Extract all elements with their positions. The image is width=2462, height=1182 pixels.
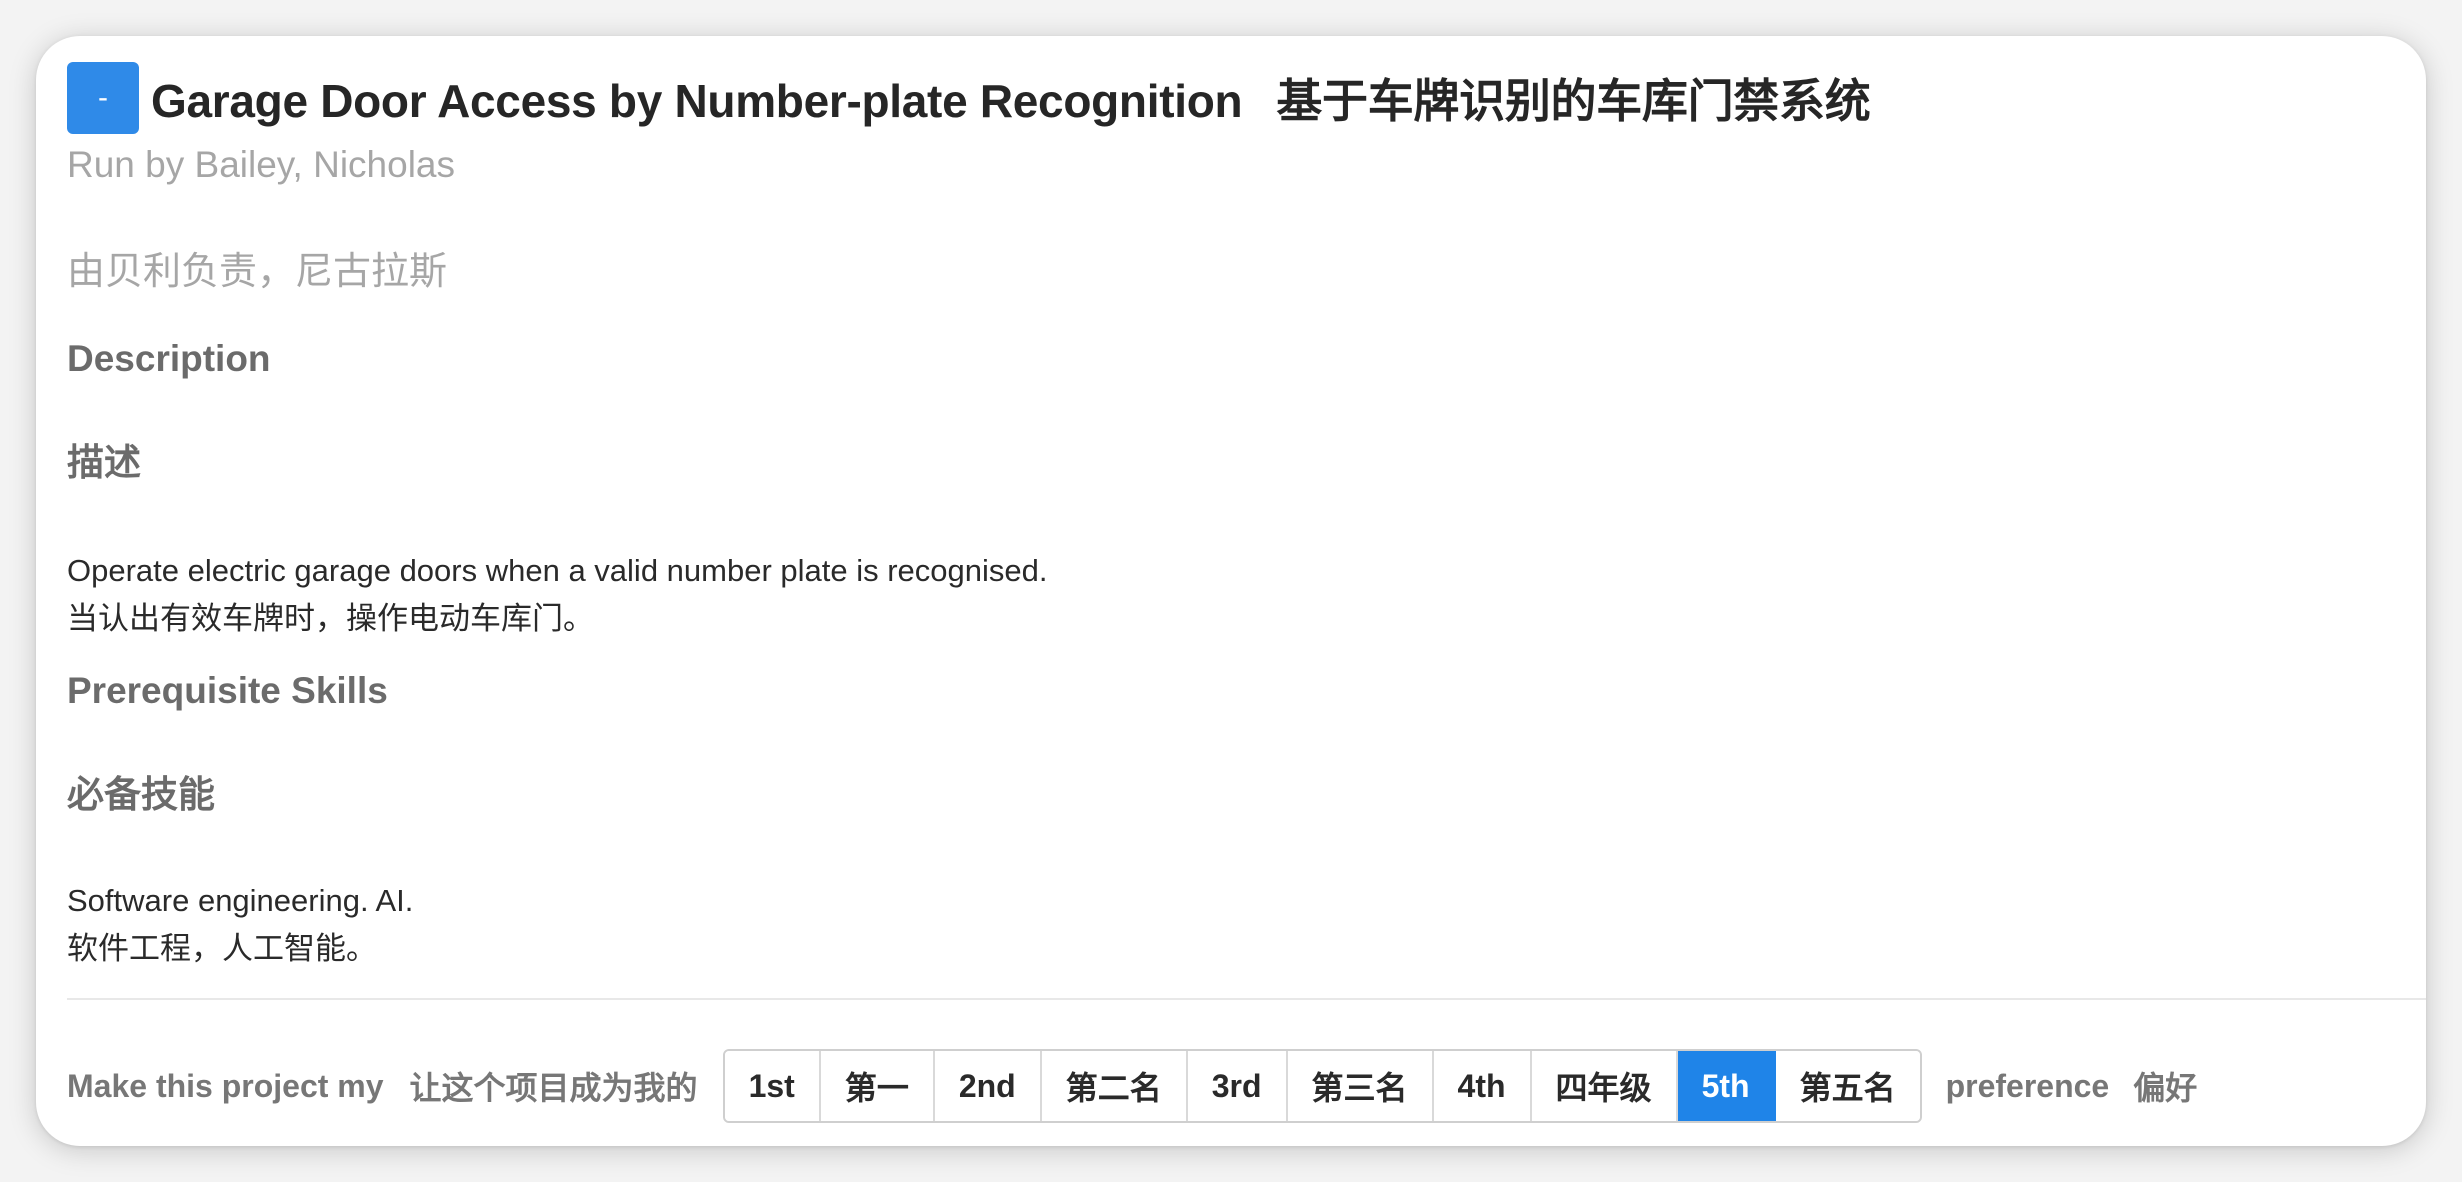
rank-option-4th[interactable]: 4th <box>1433 1051 1532 1121</box>
rank-option-1st-zh[interactable]: 第一 <box>820 1051 935 1121</box>
rank-option-2nd-zh[interactable]: 第二名 <box>1041 1051 1188 1121</box>
project-card: - Garage Door Access by Number-plate Rec… <box>36 36 2426 1146</box>
project-title-zh: 基于车牌识别的车库门禁系统 <box>1276 75 1871 127</box>
collapse-toggle-button[interactable]: - <box>67 62 139 134</box>
description-heading-zh: 描述 <box>67 442 141 483</box>
preference-rank-selector: 1st 第一 2nd 第二名 3rd 第三名 4th 四年级 5th 第五名 <box>722 1049 1922 1123</box>
rank-option-5th-zh[interactable]: 第五名 <box>1775 1051 1920 1121</box>
project-title: Garage Door Access by Number-plate Recog… <box>151 65 1871 131</box>
preference-suffix-zh: 偏好 <box>2133 1070 2198 1106</box>
rank-option-2nd[interactable]: 2nd <box>934 1051 1042 1121</box>
rank-option-4th-zh[interactable]: 四年级 <box>1531 1051 1678 1121</box>
preference-label-en: Make this project my <box>67 1067 384 1104</box>
description-text-zh: 当认出有效车牌时，操作电动车库门。 <box>67 601 594 636</box>
description-heading-en: Description <box>67 338 271 379</box>
rank-option-1st[interactable]: 1st <box>724 1051 821 1121</box>
project-title-en: Garage Door Access by Number-plate Recog… <box>151 75 1243 127</box>
rank-option-5th[interactable]: 5th <box>1677 1051 1776 1121</box>
prerequisites-heading-zh: 必备技能 <box>67 774 215 815</box>
preference-label-zh: 让这个项目成为我的 <box>409 1070 698 1106</box>
preference-row: Make this project my 让这个项目成为我的 1st 第一 2n… <box>67 1049 2198 1123</box>
rank-option-3rd[interactable]: 3rd <box>1187 1051 1288 1121</box>
preference-suffix-en: preference <box>1945 1067 2110 1104</box>
prerequisites-heading-en: Prerequisite Skills <box>67 670 388 711</box>
prerequisites-text-en: Software engineering. AI. <box>67 883 414 918</box>
divider <box>67 998 2426 1000</box>
title-row: - Garage Door Access by Number-plate Rec… <box>67 61 1871 135</box>
rank-option-3rd-zh[interactable]: 第三名 <box>1287 1051 1434 1121</box>
run-by-zh: 由贝利负责，尼古拉斯 <box>67 251 448 293</box>
run-by-en: Run by Bailey, Nicholas <box>67 144 455 185</box>
description-text-en: Operate electric garage doors when a val… <box>67 553 1048 588</box>
prerequisites-text-zh: 软件工程，人工智能。 <box>67 931 377 966</box>
